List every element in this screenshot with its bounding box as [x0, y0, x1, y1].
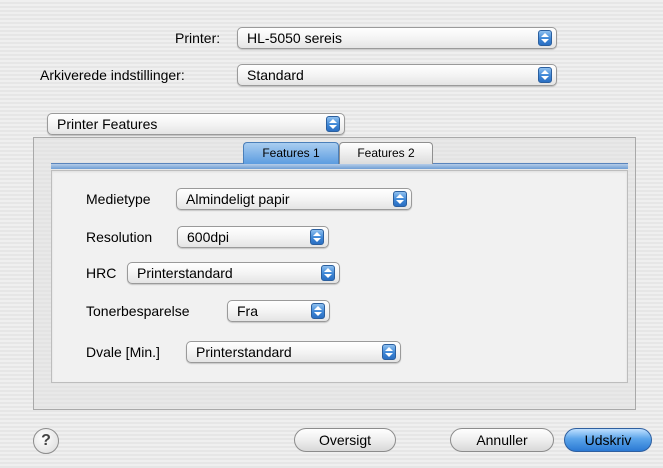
- medietype-label: Medietype: [86, 191, 151, 207]
- hrc-value: Printerstandard: [137, 265, 233, 281]
- presets-popup[interactable]: Standard: [237, 64, 557, 86]
- dvale-label: Dvale [Min.]: [86, 344, 160, 360]
- popup-arrows-icon: [538, 67, 552, 83]
- print-button[interactable]: Udskriv: [564, 428, 652, 452]
- printer-popup[interactable]: HL-5050 sereis: [237, 27, 557, 49]
- toner-label: Tonerbesparelse: [86, 303, 190, 319]
- popup-arrows-icon: [310, 229, 324, 245]
- popup-arrows-icon: [326, 116, 340, 132]
- popup-arrows-icon: [311, 303, 325, 319]
- popup-arrows-icon: [538, 30, 552, 46]
- resolution-label: Resolution: [86, 229, 153, 245]
- tab-features-1[interactable]: Features 1: [243, 142, 339, 164]
- printer-label: Printer:: [175, 30, 221, 46]
- tab-features-2[interactable]: Features 2: [339, 142, 433, 164]
- toner-popup[interactable]: Fra: [227, 300, 330, 322]
- hrc-label: HRC: [86, 265, 117, 281]
- toner-value: Fra: [237, 303, 258, 319]
- preview-button[interactable]: Oversigt: [294, 428, 396, 452]
- dvale-value: Printerstandard: [196, 344, 292, 360]
- dvale-popup[interactable]: Printerstandard: [186, 341, 401, 363]
- popup-arrows-icon: [393, 191, 407, 207]
- popup-arrows-icon: [382, 344, 396, 360]
- medietype-popup[interactable]: Almindeligt papir: [176, 188, 412, 210]
- pane-value: Printer Features: [57, 116, 158, 132]
- presets-value: Standard: [247, 67, 304, 83]
- printer-value: HL-5050 sereis: [247, 30, 342, 46]
- hrc-popup[interactable]: Printerstandard: [127, 262, 340, 284]
- help-button[interactable]: ?: [33, 428, 59, 454]
- resolution-value: 600dpi: [187, 229, 230, 245]
- presets-label: Arkiverede indstillinger:: [40, 67, 185, 83]
- resolution-popup[interactable]: 600dpi: [177, 226, 329, 248]
- pane-popup[interactable]: Printer Features: [47, 113, 345, 135]
- medietype-value: Almindeligt papir: [186, 191, 290, 207]
- popup-arrows-icon: [321, 265, 335, 281]
- cancel-button[interactable]: Annuller: [450, 428, 554, 452]
